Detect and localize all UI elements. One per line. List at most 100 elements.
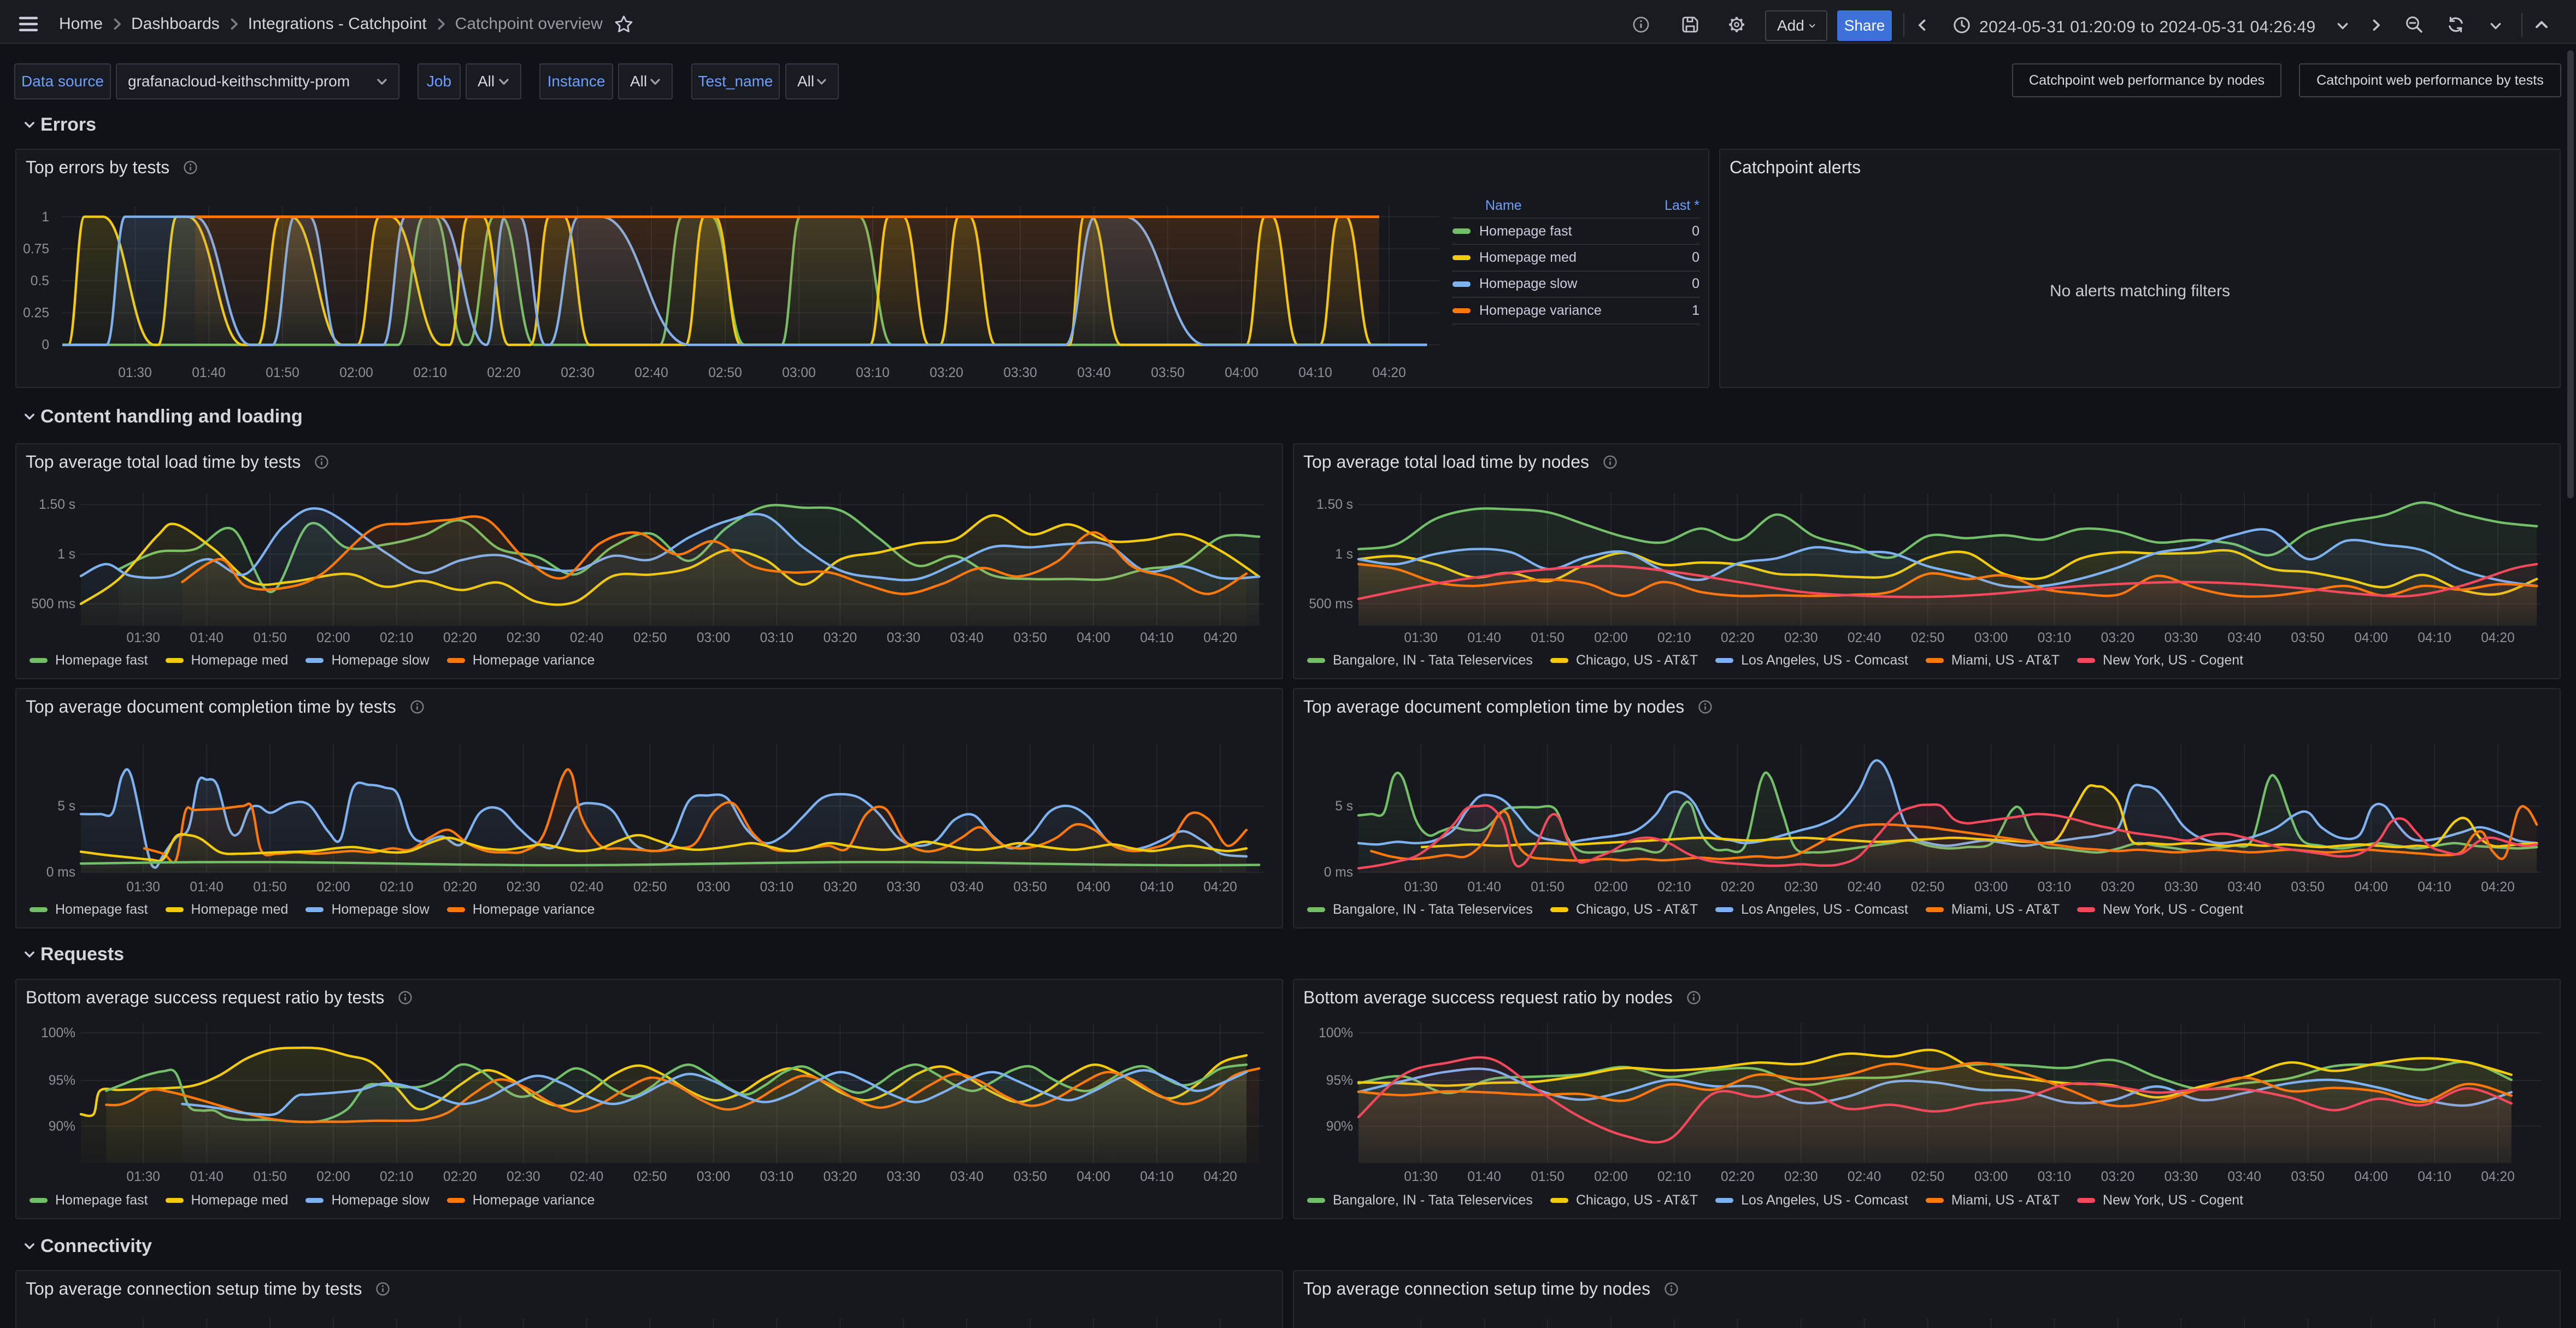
svg-text:02:10: 02:10 (413, 366, 447, 380)
svg-text:01:40: 01:40 (190, 631, 224, 645)
svg-text:03:40: 03:40 (950, 1170, 984, 1184)
svg-text:02:00: 02:00 (316, 1170, 350, 1184)
svg-text:02:50: 02:50 (1911, 880, 1945, 895)
svg-text:1.50 s: 1.50 s (1316, 497, 1353, 512)
svg-text:03:00: 03:00 (697, 631, 731, 645)
svg-text:02:20: 02:20 (443, 631, 477, 645)
svg-text:03:10: 03:10 (2038, 631, 2072, 645)
svg-text:01:30: 01:30 (126, 880, 160, 895)
svg-text:04:20: 04:20 (1203, 880, 1237, 895)
svg-text:01:40: 01:40 (190, 880, 224, 895)
svg-text:03:00: 03:00 (697, 880, 731, 895)
svg-text:01:50: 01:50 (253, 880, 287, 895)
svg-text:02:30: 02:30 (1784, 880, 1818, 895)
svg-text:90%: 90% (49, 1119, 75, 1134)
svg-text:02:20: 02:20 (1721, 1170, 1755, 1184)
svg-text:03:40: 03:40 (950, 880, 984, 895)
svg-text:02:20: 02:20 (487, 366, 521, 380)
svg-text:02:40: 02:40 (634, 366, 668, 380)
svg-text:02:30: 02:30 (507, 1170, 540, 1184)
svg-text:5 s: 5 s (57, 799, 75, 814)
svg-text:03:20: 03:20 (824, 631, 857, 645)
svg-text:03:40: 03:40 (950, 631, 984, 645)
svg-text:02:10: 02:10 (1657, 1170, 1691, 1184)
svg-text:5 s: 5 s (1335, 799, 1353, 814)
svg-text:03:40: 03:40 (1077, 366, 1111, 380)
svg-text:04:00: 04:00 (1077, 880, 1110, 895)
svg-text:1.50 s: 1.50 s (39, 497, 75, 512)
svg-text:03:40: 03:40 (2227, 880, 2261, 895)
svg-text:03:00: 03:00 (697, 1170, 731, 1184)
svg-text:90%: 90% (1326, 1119, 1353, 1134)
svg-text:03:30: 03:30 (887, 631, 921, 645)
svg-text:03:00: 03:00 (1974, 1170, 2008, 1184)
svg-text:02:30: 02:30 (507, 880, 540, 895)
svg-text:03:20: 03:20 (2101, 1170, 2135, 1184)
svg-text:02:10: 02:10 (1657, 880, 1691, 895)
svg-text:03:40: 03:40 (2227, 631, 2261, 645)
svg-text:01:50: 01:50 (253, 1170, 287, 1184)
svg-text:03:50: 03:50 (2291, 1170, 2325, 1184)
svg-text:01:30: 01:30 (126, 631, 160, 645)
svg-text:04:20: 04:20 (1203, 631, 1237, 645)
svg-text:95%: 95% (1326, 1073, 1353, 1088)
svg-text:02:10: 02:10 (1657, 631, 1691, 645)
svg-text:02:50: 02:50 (633, 631, 667, 645)
svg-text:02:40: 02:40 (570, 631, 604, 645)
svg-text:0.5: 0.5 (31, 274, 49, 289)
svg-text:04:10: 04:10 (1140, 631, 1174, 645)
svg-text:01:30: 01:30 (126, 1170, 160, 1184)
svg-text:02:20: 02:20 (1721, 631, 1755, 645)
svg-text:02:50: 02:50 (633, 1170, 667, 1184)
svg-text:03:10: 03:10 (760, 631, 794, 645)
svg-text:02:40: 02:40 (1848, 880, 1881, 895)
svg-text:0.75: 0.75 (23, 242, 49, 256)
svg-text:500 ms: 500 ms (1309, 597, 1353, 612)
svg-text:02:30: 02:30 (1784, 1170, 1818, 1184)
svg-text:500 ms: 500 ms (31, 597, 75, 612)
svg-text:03:50: 03:50 (1013, 880, 1047, 895)
svg-text:02:30: 02:30 (1784, 631, 1818, 645)
svg-text:04:20: 04:20 (2481, 1170, 2515, 1184)
svg-text:02:00: 02:00 (339, 366, 373, 380)
svg-text:1: 1 (42, 210, 49, 225)
svg-text:03:50: 03:50 (2291, 631, 2325, 645)
svg-text:04:20: 04:20 (2481, 880, 2515, 895)
svg-text:02:50: 02:50 (708, 366, 742, 380)
svg-text:01:30: 01:30 (1404, 880, 1438, 895)
svg-text:03:30: 03:30 (2165, 1170, 2198, 1184)
svg-text:04:10: 04:10 (1140, 1170, 1174, 1184)
svg-text:01:40: 01:40 (1467, 1170, 1501, 1184)
svg-text:0 ms: 0 ms (1324, 865, 1353, 880)
svg-text:02:40: 02:40 (1848, 631, 1881, 645)
svg-text:01:50: 01:50 (1531, 631, 1565, 645)
svg-text:02:40: 02:40 (570, 880, 604, 895)
svg-text:04:00: 04:00 (2354, 631, 2388, 645)
svg-text:02:00: 02:00 (1594, 631, 1628, 645)
svg-text:02:40: 02:40 (1848, 1170, 1881, 1184)
svg-text:03:50: 03:50 (1151, 366, 1185, 380)
svg-text:02:10: 02:10 (380, 631, 414, 645)
svg-text:01:40: 01:40 (192, 366, 226, 380)
svg-text:03:20: 03:20 (930, 366, 963, 380)
svg-text:01:30: 01:30 (1404, 631, 1438, 645)
svg-text:1 s: 1 s (57, 547, 75, 562)
svg-text:04:20: 04:20 (1203, 1170, 1237, 1184)
svg-text:01:30: 01:30 (118, 366, 152, 380)
svg-text:04:20: 04:20 (2481, 631, 2515, 645)
svg-text:04:10: 04:10 (2418, 880, 2451, 895)
svg-text:01:40: 01:40 (1467, 880, 1501, 895)
svg-text:02:00: 02:00 (316, 880, 350, 895)
svg-text:0.25: 0.25 (23, 306, 49, 321)
svg-text:03:10: 03:10 (2038, 880, 2072, 895)
svg-text:02:50: 02:50 (1911, 1170, 1945, 1184)
svg-text:02:20: 02:20 (1721, 880, 1755, 895)
svg-text:1 s: 1 s (1335, 547, 1353, 562)
svg-text:02:00: 02:00 (316, 631, 350, 645)
svg-text:0: 0 (42, 338, 49, 352)
svg-text:03:20: 03:20 (2101, 880, 2135, 895)
svg-text:03:10: 03:10 (856, 366, 890, 380)
svg-text:03:10: 03:10 (760, 880, 794, 895)
svg-text:02:10: 02:10 (380, 1170, 414, 1184)
svg-text:02:20: 02:20 (443, 880, 477, 895)
